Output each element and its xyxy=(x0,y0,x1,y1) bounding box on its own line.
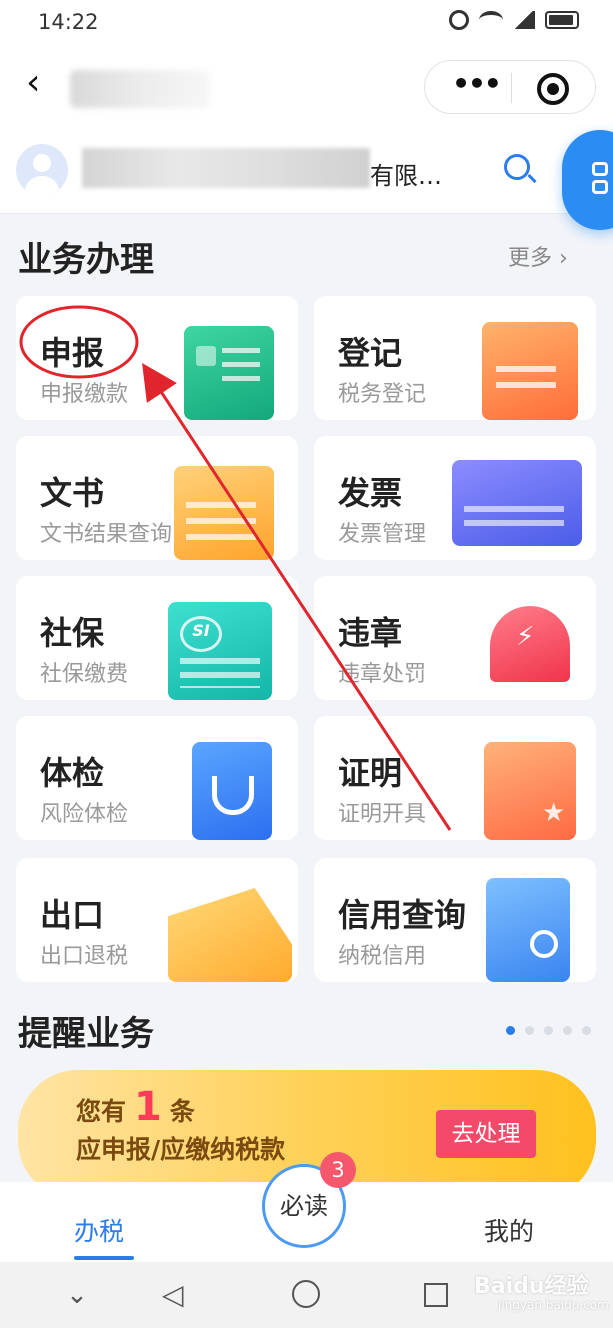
card-subtitle: 违章处罚 xyxy=(338,662,427,687)
reminder-prefix: 您有 xyxy=(76,1097,127,1126)
card-title: 社保 xyxy=(40,614,105,652)
blurred-company-name xyxy=(82,148,370,188)
back-triangle-icon[interactable]: ◁ xyxy=(162,1280,188,1310)
watermark-sub: jingyan.baidu.com xyxy=(498,1298,609,1312)
card-documents[interactable]: 文书 文书结果查询 xyxy=(16,436,298,560)
carousel-indicator xyxy=(506,1026,591,1035)
tab-active-indicator xyxy=(74,1256,134,1260)
card-title: 体检 xyxy=(40,754,105,792)
tab-mine[interactable]: 我的 xyxy=(484,1212,534,1248)
card-register[interactable]: 登记 税务登记 xyxy=(314,296,596,420)
alarm-light-icon xyxy=(490,606,570,682)
floating-menu-button[interactable] xyxy=(562,130,613,230)
certificate-illustration-icon xyxy=(484,742,576,840)
card-subtitle: 出口退税 xyxy=(40,944,129,969)
card-credit-query[interactable]: 信用查询 纳税信用 xyxy=(314,858,596,982)
signal-icon xyxy=(513,11,535,29)
document-illustration-icon xyxy=(184,326,274,420)
card-subtitle: 社保缴费 xyxy=(40,662,129,687)
watermark: Baidu经验 xyxy=(474,1274,589,1299)
card-social-security[interactable]: 社保 社保缴费 xyxy=(16,576,298,700)
status-time: 14:22 xyxy=(38,10,99,34)
capsule-divider xyxy=(511,73,512,103)
mini-program-nav-bar: ‹ ••• xyxy=(0,46,613,126)
card-declare[interactable]: 申报 申报缴款 xyxy=(16,296,298,420)
card-title: 信用查询 xyxy=(338,896,467,934)
scroll-search-illustration-icon xyxy=(486,878,570,982)
close-mini-program-icon[interactable] xyxy=(537,73,569,105)
card-title: 申报 xyxy=(40,334,105,372)
blurred-page-title xyxy=(70,70,210,108)
card-subtitle: 风险体检 xyxy=(40,802,129,827)
card-title: 发票 xyxy=(338,474,403,512)
card-subtitle: 税务登记 xyxy=(338,382,427,407)
carousel-dot-active xyxy=(506,1026,515,1035)
card-invoice[interactable]: 发票 发票管理 xyxy=(314,436,596,560)
battery-icon xyxy=(545,11,579,29)
card-subtitle: 发票管理 xyxy=(338,522,427,547)
avatar[interactable] xyxy=(16,144,68,196)
invoice-card-illustration-icon xyxy=(452,460,582,546)
reminder-suffix: 条 xyxy=(169,1097,195,1126)
grid-icon xyxy=(592,162,610,196)
company-bar: 有限… xyxy=(0,126,613,214)
card-certificate[interactable]: 证明 证明开具 xyxy=(314,716,596,840)
reminder-count-line: 您有 1 条 xyxy=(76,1084,195,1130)
notification-badge: 3 xyxy=(320,1152,356,1188)
back-arrow-icon[interactable]: ‹ xyxy=(26,65,56,102)
card-subtitle: 申报缴款 xyxy=(40,382,129,407)
carousel-dot xyxy=(544,1026,553,1035)
recent-apps-square-icon[interactable] xyxy=(424,1283,448,1307)
card-title: 违章 xyxy=(338,614,403,652)
carousel-dot xyxy=(582,1026,591,1035)
card-health-check[interactable]: 体检 风险体检 xyxy=(16,716,298,840)
more-dots-icon[interactable]: ••• xyxy=(443,67,509,107)
reminder-description: 应申报/应缴纳税款 xyxy=(76,1135,286,1164)
tab-tax[interactable]: 办税 xyxy=(74,1212,124,1248)
reminder-section-title: 提醒业务 xyxy=(18,1014,154,1054)
home-circle-icon[interactable] xyxy=(292,1280,320,1308)
status-icons xyxy=(449,10,579,30)
social-security-card-icon xyxy=(168,602,272,700)
carousel-dot xyxy=(563,1026,572,1035)
card-title: 出口 xyxy=(40,896,105,934)
plane-train-illustration-icon xyxy=(168,888,292,982)
card-subtitle: 纳税信用 xyxy=(338,944,427,969)
handle-button[interactable]: 去处理 xyxy=(436,1110,536,1158)
card-title: 证明 xyxy=(338,754,403,792)
card-subtitle: 文书结果查询 xyxy=(40,522,173,547)
chevron-down-icon[interactable]: ⌄ xyxy=(62,1280,92,1310)
stethoscope-icon xyxy=(192,742,272,840)
search-icon[interactable] xyxy=(504,154,530,180)
carousel-dot xyxy=(525,1026,534,1035)
alarm-icon xyxy=(449,10,469,30)
card-export[interactable]: 出口 出口退税 xyxy=(16,858,298,982)
business-section-title: 业务办理 xyxy=(18,240,154,280)
card-title: 文书 xyxy=(40,474,105,512)
folder-illustration-icon xyxy=(174,466,274,560)
checklist-illustration-icon xyxy=(482,322,578,420)
wifi-icon xyxy=(479,11,503,29)
status-bar: 14:22 xyxy=(0,0,613,46)
card-subtitle: 证明开具 xyxy=(338,802,427,827)
mini-program-capsule: ••• xyxy=(424,60,596,114)
card-title: 登记 xyxy=(338,334,403,372)
reminder-count: 1 xyxy=(134,1084,162,1130)
more-link[interactable]: 更多 › xyxy=(508,240,568,272)
company-name-suffix[interactable]: 有限… xyxy=(370,156,442,191)
card-violation[interactable]: 违章 违章处罚 xyxy=(314,576,596,700)
